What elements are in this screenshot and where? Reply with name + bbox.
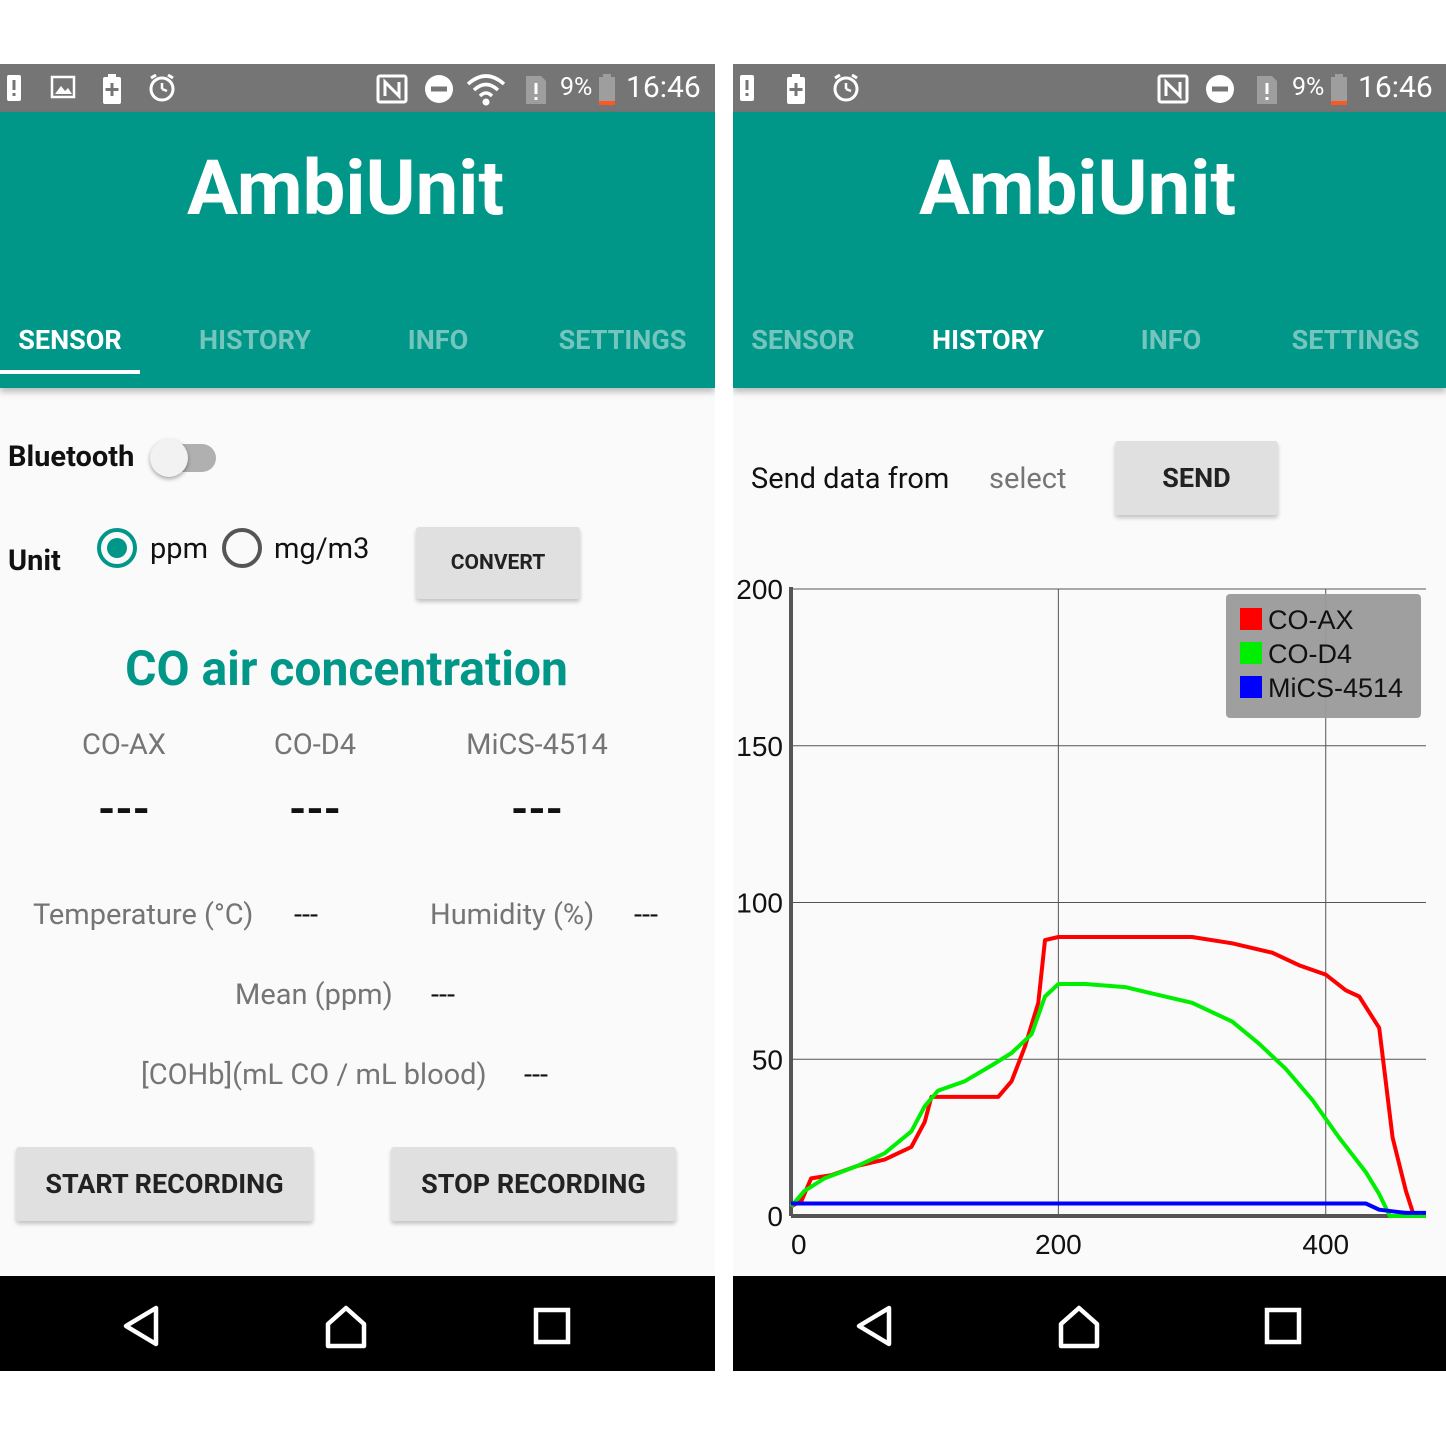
app-bar: AmbiUnit SENSOR HISTORY INFO SETTINGS xyxy=(0,112,715,388)
convert-button[interactable]: CONVERT xyxy=(416,527,580,599)
x-tick-label: 0 xyxy=(791,1229,807,1260)
tab-bar: SENSOR HISTORY INFO SETTINGS xyxy=(0,312,715,374)
legend-swatch xyxy=(1240,642,1262,664)
recents-icon[interactable] xyxy=(1255,1298,1311,1354)
status-bar: 9% 16:46 xyxy=(0,64,715,112)
sensor-name-co-ax: CO-AX xyxy=(82,728,166,762)
recents-icon[interactable] xyxy=(524,1298,580,1354)
y-tick-label: 150 xyxy=(736,731,783,762)
tab-sensor[interactable]: SENSOR xyxy=(0,312,140,368)
series-line-co-d4 xyxy=(789,982,1426,1218)
x-tick-label: 400 xyxy=(1302,1229,1349,1260)
legend-swatch xyxy=(1240,676,1262,698)
battery-percent: 9% xyxy=(560,73,593,102)
x-tick-label: 200 xyxy=(1035,1229,1082,1260)
y-tick-label: 0 xyxy=(767,1201,783,1232)
start-recording-button[interactable]: START RECORDING xyxy=(16,1147,313,1221)
cohb-label: [COHb](mL CO / mL blood) xyxy=(141,1058,487,1092)
status-time: 16:46 xyxy=(626,70,701,105)
y-tick-label: 200 xyxy=(736,574,783,605)
radio-dot xyxy=(107,538,127,558)
alarm-icon xyxy=(148,73,176,102)
nfc-icon xyxy=(376,74,408,104)
home-icon[interactable] xyxy=(1051,1298,1107,1354)
alert-icon xyxy=(6,74,22,102)
temperature-label: Temperature (°C) xyxy=(33,898,254,932)
radio-ppm[interactable] xyxy=(97,528,137,568)
do-not-disturb-icon xyxy=(424,74,454,103)
legend-swatch xyxy=(1240,608,1262,630)
cohb-value: --- xyxy=(524,1058,549,1092)
radio-mgm3[interactable] xyxy=(222,528,262,568)
tab-info[interactable]: INFO xyxy=(390,312,486,368)
app-title: AmbiUnit xyxy=(186,143,505,233)
switch-thumb xyxy=(150,439,188,477)
legend-label: CO-AX xyxy=(1268,605,1354,635)
humidity-label: Humidity (%) xyxy=(430,898,595,932)
sensor-name-mics: MiCS-4514 xyxy=(466,728,608,762)
back-icon[interactable] xyxy=(847,1298,903,1354)
y-tick-label: 100 xyxy=(736,888,783,919)
humidity-value: --- xyxy=(634,898,659,932)
navigation-bar xyxy=(733,1276,1446,1371)
unit-label: Unit xyxy=(8,544,61,578)
stop-recording-button[interactable]: STOP RECORDING xyxy=(391,1147,676,1221)
home-icon[interactable] xyxy=(318,1298,374,1354)
tab-indicator xyxy=(0,370,140,374)
wifi-icon xyxy=(466,74,506,106)
bluetooth-label: Bluetooth xyxy=(8,440,135,474)
legend-label: MiCS-4514 xyxy=(1268,673,1403,703)
concentration-heading: CO air concentration xyxy=(125,640,568,697)
navigation-bar xyxy=(0,1276,715,1371)
tab-settings[interactable]: SETTINGS xyxy=(540,312,705,368)
sensor-screen: 9% 16:46 AmbiUnit SENSOR HISTORY INFO SE… xyxy=(0,64,715,1371)
history-screen: 9% 16:46 AmbiUnit SENSOR HISTORY INFO SE… xyxy=(733,64,1446,1371)
sensor-value-co-d4: --- xyxy=(288,783,341,835)
tab-history[interactable]: HISTORY xyxy=(180,312,330,368)
radio-mgm3-label[interactable]: mg/m3 xyxy=(274,531,369,567)
sensor-name-co-d4: CO-D4 xyxy=(273,728,357,762)
y-tick-label: 50 xyxy=(752,1044,783,1075)
mean-label: Mean (ppm) xyxy=(235,978,393,1012)
bluetooth-switch[interactable] xyxy=(150,437,220,479)
sensor-value-mics: --- xyxy=(510,783,563,835)
radio-ppm-label[interactable]: ppm xyxy=(150,531,208,567)
series-line-co-ax xyxy=(789,935,1416,1217)
image-icon xyxy=(50,74,76,102)
battery-icon xyxy=(598,74,616,105)
back-icon[interactable] xyxy=(114,1298,170,1354)
temperature-value: --- xyxy=(294,898,319,932)
sim-alert-icon xyxy=(524,74,548,104)
series-line-mics-4514 xyxy=(791,1201,1426,1215)
history-chart: 0 50 100 150 200 0 200 400 CO-AX CO-D4 MiCS-4514 xyxy=(736,574,1426,1260)
sensor-value-co-ax: --- xyxy=(97,783,150,835)
battery-charge-icon xyxy=(102,74,122,104)
mean-value: --- xyxy=(431,978,456,1012)
legend-label: CO-D4 xyxy=(1268,639,1352,669)
